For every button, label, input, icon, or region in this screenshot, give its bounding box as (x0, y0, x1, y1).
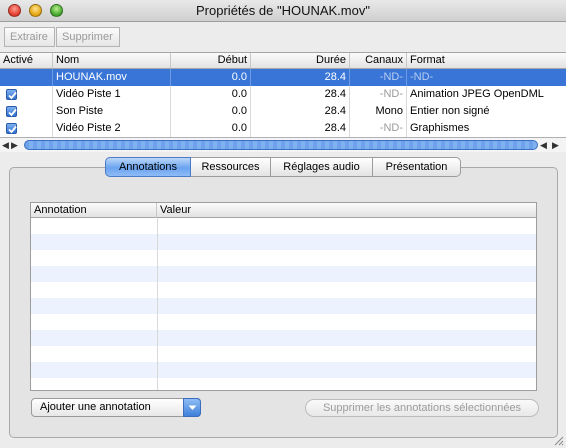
column-header-active[interactable]: Activé (0, 53, 53, 68)
name-cell: Vidéo Piste 1 (53, 86, 171, 103)
scroll-right-icon[interactable]: ▶ (552, 140, 559, 151)
start-cell: 0.0 (171, 120, 251, 137)
checkmark-icon[interactable] (6, 89, 17, 100)
window-title: Propriétés de "HOUNAK.mov" (196, 3, 370, 18)
duration-cell: 28.4 (251, 120, 350, 137)
column-header-value[interactable]: Valeur (157, 203, 191, 218)
channels-cell: -ND- (350, 69, 407, 86)
tab-annotations[interactable]: Annotations (105, 157, 191, 177)
add-annotation-popup[interactable]: Ajouter une annotation (31, 398, 201, 417)
checkmark-icon[interactable] (6, 106, 17, 117)
enabled-cell (0, 69, 53, 86)
tab-audio-settings[interactable]: Réglages audio (271, 157, 373, 177)
resize-grip-icon[interactable] (552, 434, 564, 446)
tab-bar: Annotations Ressources Réglages audio Pr… (105, 157, 461, 177)
chevron-down-icon[interactable] (183, 398, 201, 417)
column-header-annotation[interactable]: Annotation (31, 203, 157, 218)
enabled-cell (0, 86, 53, 103)
start-cell: 0.0 (171, 69, 251, 86)
table-row[interactable]: Vidéo Piste 2 0.0 28.4 -ND- Graphismes (0, 120, 566, 137)
tab-presentation[interactable]: Présentation (373, 157, 461, 177)
duration-cell: 28.4 (251, 86, 350, 103)
checkmark-icon[interactable] (6, 123, 17, 134)
annotations-list[interactable] (31, 218, 536, 390)
duration-cell: 28.4 (251, 69, 350, 86)
format-cell: Animation JPEG OpenDML (410, 88, 544, 100)
scroll-right-icon[interactable]: ▶ (11, 140, 18, 151)
properties-window: Propriétés de "HOUNAK.mov" Extraire Supp… (0, 0, 566, 448)
add-annotation-label: Ajouter une annotation (40, 401, 151, 413)
delete-button[interactable]: Supprimer (56, 27, 120, 47)
start-cell: 0.0 (171, 103, 251, 120)
title-bar[interactable]: Propriétés de "HOUNAK.mov" (0, 0, 566, 22)
tab-resources[interactable]: Ressources (191, 157, 271, 177)
toolbar: Extraire Supprimer (0, 22, 566, 52)
enabled-cell (0, 103, 53, 120)
format-cell: -ND- (410, 71, 434, 83)
format-cell: Entier non signé (410, 105, 490, 117)
tracks-table-header: Activé Nom Début Durée Canaux Format (0, 53, 566, 69)
scroll-left-icon[interactable]: ◀ (2, 140, 9, 151)
name-cell: HOUNAK.mov (53, 69, 171, 86)
annotations-table[interactable]: Annotation Valeur (30, 202, 537, 391)
table-row[interactable]: HOUNAK.mov 0.0 28.4 -ND- -ND- (0, 69, 566, 86)
channels-cell: -ND- (350, 120, 407, 137)
format-cell: Graphismes (410, 122, 470, 134)
enabled-cell (0, 120, 53, 137)
scroll-left-icon[interactable]: ◀ (540, 140, 547, 151)
table-row[interactable]: Vidéo Piste 1 0.0 28.4 -ND- Animation JP… (0, 86, 566, 103)
horizontal-scrollbar[interactable]: ◀ ▶ ◀ ▶ (0, 137, 566, 152)
delete-annotations-button[interactable]: Supprimer les annotations sélectionnées (305, 399, 539, 417)
table-row[interactable]: Son Piste 0.0 28.4 Mono Entier non signé (0, 103, 566, 120)
column-header-channels[interactable]: Canaux (350, 53, 407, 68)
annotations-table-header: Annotation Valeur (31, 203, 536, 218)
start-cell: 0.0 (171, 86, 251, 103)
extract-button[interactable]: Extraire (4, 27, 55, 47)
scroll-thumb[interactable] (24, 140, 538, 150)
name-cell: Vidéo Piste 2 (53, 120, 171, 137)
name-cell: Son Piste (53, 103, 171, 120)
column-header-start[interactable]: Début (171, 53, 251, 68)
column-header-duration[interactable]: Durée (251, 53, 350, 68)
channels-cell: Mono (350, 103, 407, 120)
column-divider (157, 218, 158, 390)
duration-cell: 28.4 (251, 103, 350, 120)
channels-cell: -ND- (350, 86, 407, 103)
column-header-format[interactable]: Format (407, 53, 566, 68)
column-header-name[interactable]: Nom (53, 53, 171, 68)
